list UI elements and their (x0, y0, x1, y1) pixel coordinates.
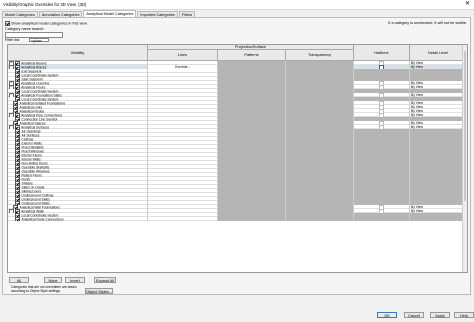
object-style-note: Categories that are not overridden are d… (11, 285, 77, 293)
visibility-cell: Analytical Node Connections (8, 217, 148, 221)
show-analytical-checkbox[interactable] (5, 21, 10, 26)
close-icon[interactable]: ✕ (465, 1, 470, 7)
cancel-button[interactable]: Cancel (404, 312, 424, 318)
grid-scrollbar[interactable] (462, 45, 467, 272)
all-button[interactable]: All (9, 277, 29, 283)
ok-button[interactable]: OK (377, 312, 397, 318)
table-row[interactable]: Analytical Node Connections (8, 217, 467, 221)
filter-list-select[interactable]: <show all> (29, 37, 49, 47)
apply-button[interactable]: Apply (430, 312, 450, 318)
scrollbar-thumb[interactable] (463, 51, 467, 201)
header-transparency[interactable]: Transparency (286, 50, 354, 61)
category-label: Analytical Node Connections (21, 217, 64, 221)
patterns-cell (218, 217, 286, 221)
show-analytical-toggle[interactable]: Show analytical model categories in this… (5, 21, 87, 26)
filter-label: Filter list: (5, 38, 21, 42)
header-lines[interactable]: Lines (148, 50, 218, 61)
header-patterns[interactable]: Patterns (218, 50, 286, 61)
visibility-checkbox[interactable] (15, 217, 20, 221)
none-button[interactable]: None (44, 277, 62, 283)
visibility-hint: If a category is unchecked, it will not … (388, 21, 467, 25)
expand-all-button[interactable]: Expand All (94, 277, 116, 283)
detail-level-cell (410, 217, 467, 221)
halftone-cell[interactable] (354, 217, 410, 221)
header-detail-level[interactable]: Detail Level (410, 45, 467, 61)
title-bar: Visibility/Graphic Overrides for 3D View… (0, 0, 474, 10)
invert-button[interactable]: Invert (65, 277, 85, 283)
help-button[interactable]: Help (454, 312, 474, 318)
window-title: Visibility/Graphic Overrides for 3D View… (3, 2, 87, 7)
category-grid: Visibility Projection/Surface Lines Patt… (7, 44, 468, 273)
lines-cell[interactable] (148, 217, 218, 221)
header-visibility[interactable]: Visibility (8, 45, 148, 61)
object-styles-button[interactable]: Object Styles... (85, 288, 113, 294)
tab-panel: Show analytical model categories in this… (2, 17, 471, 295)
transparency-cell (286, 217, 354, 221)
header-halftone[interactable]: Halftone (354, 45, 410, 61)
show-analytical-label: Show analytical model categories in this… (11, 21, 88, 26)
search-label: Category name search: (5, 27, 45, 31)
